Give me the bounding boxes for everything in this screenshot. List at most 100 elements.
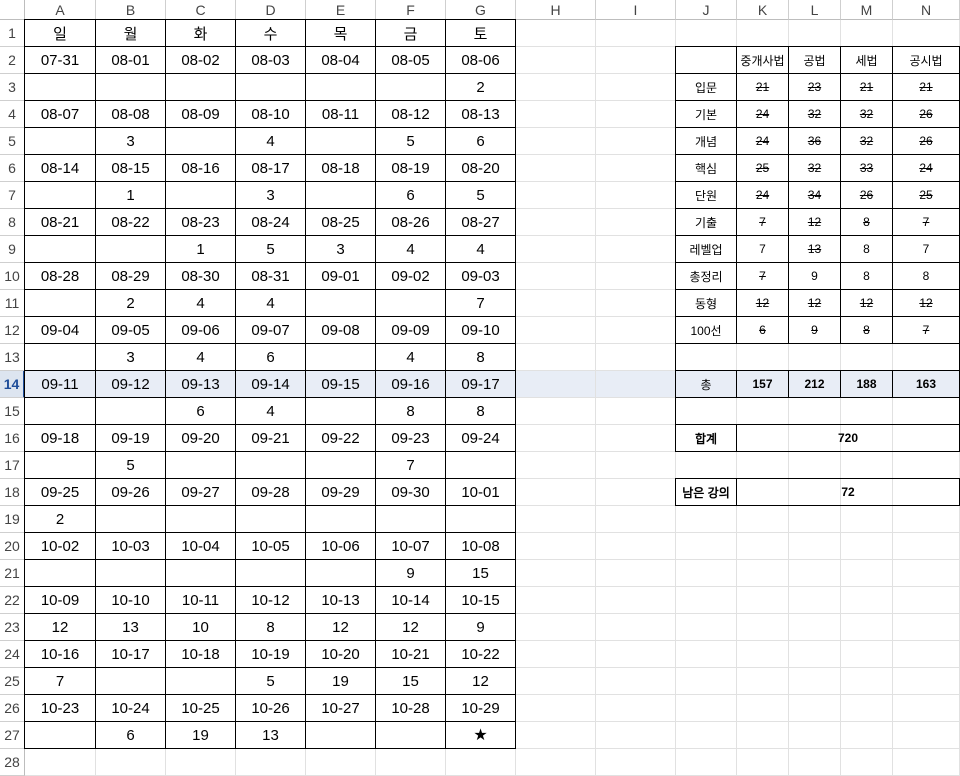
sheet-cell[interactable] bbox=[737, 587, 789, 614]
sheet-cell[interactable] bbox=[676, 722, 737, 749]
stage-value[interactable]: 26 bbox=[892, 127, 960, 155]
calendar-date[interactable]: 09-18 bbox=[24, 424, 96, 452]
calendar-date[interactable]: 08-06 bbox=[445, 46, 516, 74]
stage-value[interactable]: 8 bbox=[840, 316, 893, 344]
calendar-date[interactable]: 08-26 bbox=[375, 208, 446, 236]
sheet-cell[interactable] bbox=[841, 722, 893, 749]
sheet-cell[interactable] bbox=[516, 128, 596, 155]
calendar-date[interactable]: 10-13 bbox=[305, 586, 376, 614]
calendar-lecture-count[interactable]: 5 bbox=[95, 451, 166, 479]
column-header-f[interactable]: F bbox=[376, 0, 446, 20]
sheet-cell[interactable] bbox=[676, 20, 737, 47]
sheet-cell[interactable] bbox=[516, 101, 596, 128]
calendar-date[interactable]: 09-29 bbox=[305, 478, 376, 506]
calendar-date[interactable]: 09-05 bbox=[95, 316, 166, 344]
calendar-lecture-count[interactable] bbox=[95, 397, 166, 425]
calendar-date[interactable]: 09-16 bbox=[375, 370, 446, 398]
calendar-date[interactable]: 09-11 bbox=[24, 370, 96, 398]
calendar-lecture-count[interactable] bbox=[165, 451, 236, 479]
calendar-lecture-count[interactable] bbox=[305, 451, 376, 479]
calendar-lecture-count[interactable] bbox=[165, 505, 236, 533]
calendar-date[interactable]: 07-31 bbox=[24, 46, 96, 74]
calendar-lecture-count[interactable]: 9 bbox=[445, 613, 516, 641]
stage-value[interactable]: 32 bbox=[788, 100, 841, 128]
stage-value[interactable]: 33 bbox=[840, 154, 893, 182]
calendar-date[interactable]: 08-09 bbox=[165, 100, 236, 128]
calendar-lecture-count[interactable] bbox=[95, 235, 166, 263]
calendar-date[interactable]: 10-22 bbox=[445, 640, 516, 668]
sheet-cell[interactable] bbox=[893, 533, 960, 560]
calendar-lecture-count[interactable] bbox=[445, 451, 516, 479]
calendar-date[interactable]: 09-12 bbox=[95, 370, 166, 398]
sheet-cell[interactable] bbox=[596, 506, 676, 533]
calendar-date[interactable]: 08-15 bbox=[95, 154, 166, 182]
row-header-22[interactable]: 22 bbox=[0, 587, 25, 614]
stage-label[interactable]: 기출 bbox=[675, 208, 737, 236]
calendar-date[interactable]: 09-04 bbox=[24, 316, 96, 344]
sheet-cell[interactable] bbox=[893, 695, 960, 722]
calendar-date[interactable]: 10-05 bbox=[235, 532, 306, 560]
calendar-date[interactable]: 10-06 bbox=[305, 532, 376, 560]
calendar-date[interactable]: 09-09 bbox=[375, 316, 446, 344]
sheet-cell[interactable] bbox=[166, 749, 236, 776]
sheet-cell[interactable] bbox=[516, 425, 596, 452]
sheet-cell[interactable] bbox=[596, 695, 676, 722]
calendar-lecture-count[interactable]: 4 bbox=[235, 127, 306, 155]
calendar-lecture-count[interactable]: 7 bbox=[24, 667, 96, 695]
sheet-cell[interactable] bbox=[516, 20, 596, 47]
row-header-5[interactable]: 5 bbox=[0, 128, 25, 155]
column-header-k[interactable]: K bbox=[737, 0, 789, 20]
sheet-cell[interactable] bbox=[737, 452, 789, 479]
calendar-date[interactable]: 08-16 bbox=[165, 154, 236, 182]
calendar-date[interactable]: 10-10 bbox=[95, 586, 166, 614]
sheet-cell[interactable] bbox=[376, 749, 446, 776]
sheet-cell[interactable] bbox=[893, 587, 960, 614]
calendar-date[interactable]: 08-01 bbox=[95, 46, 166, 74]
row-header-1[interactable]: 1 bbox=[0, 20, 25, 47]
calendar-lecture-count[interactable] bbox=[305, 289, 376, 317]
weekday-header[interactable]: 월 bbox=[95, 19, 166, 47]
calendar-date[interactable]: 08-05 bbox=[375, 46, 446, 74]
stage-value[interactable]: 7 bbox=[892, 235, 960, 263]
column-header-b[interactable]: B bbox=[96, 0, 166, 20]
row-header-12[interactable]: 12 bbox=[0, 317, 25, 344]
sheet-cell[interactable] bbox=[893, 506, 960, 533]
stage-value[interactable]: 32 bbox=[840, 100, 893, 128]
sheet-cell[interactable] bbox=[841, 587, 893, 614]
calendar-lecture-count[interactable]: 5 bbox=[445, 181, 516, 209]
sheet-cell[interactable] bbox=[516, 749, 596, 776]
sheet-cell[interactable] bbox=[516, 722, 596, 749]
calendar-lecture-count[interactable] bbox=[305, 343, 376, 371]
calendar-lecture-count[interactable]: 15 bbox=[445, 559, 516, 587]
sheet-cell[interactable] bbox=[596, 452, 676, 479]
sheet-cell[interactable] bbox=[841, 560, 893, 587]
sheet-cell[interactable] bbox=[737, 722, 789, 749]
sheet-cell[interactable] bbox=[96, 749, 166, 776]
sheet-cell[interactable] bbox=[516, 641, 596, 668]
calendar-date[interactable]: 10-26 bbox=[235, 694, 306, 722]
calendar-lecture-count[interactable]: 10 bbox=[165, 613, 236, 641]
calendar-lecture-count[interactable]: 6 bbox=[165, 397, 236, 425]
calendar-date[interactable]: 08-17 bbox=[235, 154, 306, 182]
stage-label[interactable]: 레벨업 bbox=[675, 235, 737, 263]
sheet-cell[interactable] bbox=[596, 20, 676, 47]
sheet-cell[interactable] bbox=[596, 533, 676, 560]
calendar-lecture-count[interactable]: 6 bbox=[375, 181, 446, 209]
calendar-date[interactable]: 10-28 bbox=[375, 694, 446, 722]
stage-value[interactable]: 36 bbox=[788, 127, 841, 155]
weekday-header[interactable]: 목 bbox=[305, 19, 376, 47]
stage-value[interactable]: 7 bbox=[892, 316, 960, 344]
calendar-date[interactable]: 08-29 bbox=[95, 262, 166, 290]
subject-table-spacer[interactable] bbox=[675, 397, 960, 425]
calendar-date[interactable]: 10-20 bbox=[305, 640, 376, 668]
sheet-cell[interactable] bbox=[516, 587, 596, 614]
sheet-cell[interactable] bbox=[893, 452, 960, 479]
sheet-cell[interactable] bbox=[596, 209, 676, 236]
sheet-cell[interactable] bbox=[596, 614, 676, 641]
calendar-lecture-count[interactable] bbox=[305, 181, 376, 209]
calendar-date[interactable]: 08-19 bbox=[375, 154, 446, 182]
total-value[interactable]: 163 bbox=[892, 370, 960, 398]
sheet-cell[interactable] bbox=[676, 506, 737, 533]
stage-value[interactable]: 8 bbox=[840, 262, 893, 290]
calendar-date[interactable]: 08-25 bbox=[305, 208, 376, 236]
